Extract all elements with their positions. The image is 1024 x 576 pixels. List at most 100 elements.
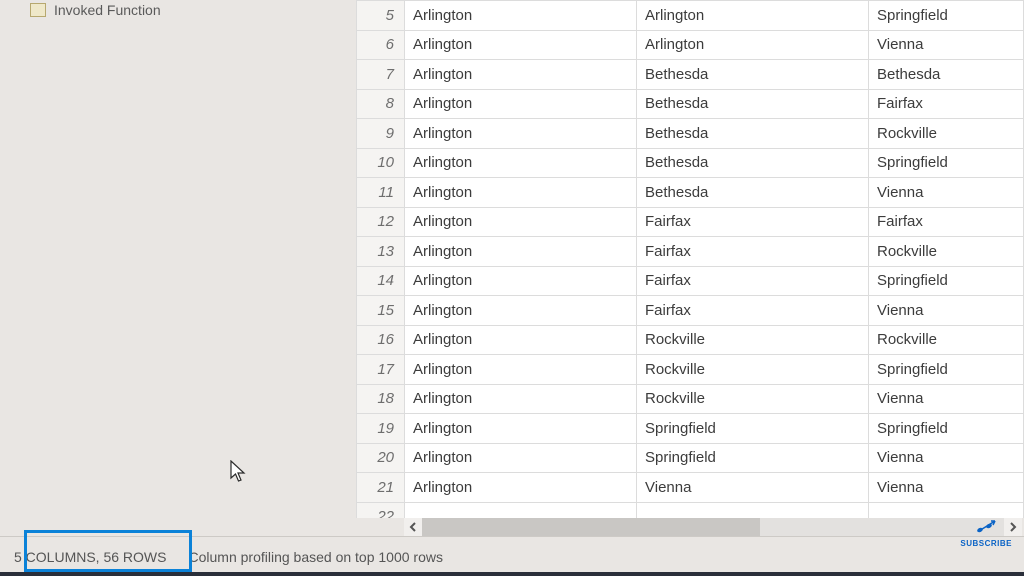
scrollbar-thumb[interactable] [422, 518, 760, 536]
cell[interactable]: Vienna [869, 384, 1024, 414]
cell[interactable]: Fairfax [637, 207, 869, 237]
cell[interactable] [637, 502, 869, 518]
cell[interactable]: Bethesda [869, 60, 1024, 90]
cell[interactable]: Bethesda [637, 119, 869, 149]
row-number[interactable]: 22 [357, 502, 405, 518]
table-row[interactable]: 17ArlingtonRockvilleSpringfield [357, 355, 1024, 385]
cell[interactable]: Arlington [405, 207, 637, 237]
cell[interactable]: Springfield [869, 355, 1024, 385]
cell[interactable]: Rockville [637, 355, 869, 385]
cell[interactable]: Arlington [405, 414, 637, 444]
cell[interactable]: Springfield [869, 148, 1024, 178]
cell[interactable]: Arlington [405, 30, 637, 60]
cell[interactable]: Springfield [869, 1, 1024, 31]
row-number[interactable]: 17 [357, 355, 405, 385]
cell[interactable]: Arlington [637, 30, 869, 60]
cell[interactable]: Fairfax [869, 89, 1024, 119]
cell[interactable]: Arlington [405, 355, 637, 385]
table-row[interactable]: 9ArlingtonBethesdaRockville [357, 119, 1024, 149]
cell[interactable]: Arlington [405, 325, 637, 355]
row-number[interactable]: 6 [357, 30, 405, 60]
cell[interactable]: Arlington [405, 384, 637, 414]
row-number[interactable]: 13 [357, 237, 405, 267]
row-number[interactable]: 19 [357, 414, 405, 444]
cell[interactable]: Rockville [637, 325, 869, 355]
row-number[interactable]: 8 [357, 89, 405, 119]
cell[interactable]: Fairfax [637, 237, 869, 267]
table-row[interactable]: 16ArlingtonRockvilleRockville [357, 325, 1024, 355]
cell[interactable] [405, 502, 637, 518]
cell[interactable]: Vienna [869, 296, 1024, 326]
cell[interactable]: Bethesda [637, 148, 869, 178]
table-row[interactable]: 12ArlingtonFairfaxFairfax [357, 207, 1024, 237]
cell[interactable]: Rockville [869, 325, 1024, 355]
table-row[interactable]: 19ArlingtonSpringfieldSpringfield [357, 414, 1024, 444]
row-number[interactable]: 10 [357, 148, 405, 178]
table-row[interactable]: 13ArlingtonFairfaxRockville [357, 237, 1024, 267]
cell[interactable]: Rockville [869, 119, 1024, 149]
cell[interactable]: Arlington [405, 60, 637, 90]
status-bar: 5 COLUMNS, 56 ROWS Column profiling base… [0, 536, 1024, 576]
table-row[interactable]: 14ArlingtonFairfaxSpringfield [357, 266, 1024, 296]
cell[interactable]: Rockville [637, 384, 869, 414]
cell[interactable]: Springfield [637, 443, 869, 473]
cell[interactable]: Arlington [405, 178, 637, 208]
row-number[interactable]: 14 [357, 266, 405, 296]
table-row[interactable]: 8ArlingtonBethesdaFairfax [357, 89, 1024, 119]
cell[interactable]: Arlington [405, 473, 637, 503]
tree-item-label: Invoked Function [54, 2, 161, 18]
row-number[interactable]: 18 [357, 384, 405, 414]
cell[interactable]: Springfield [869, 266, 1024, 296]
cell[interactable]: Arlington [405, 148, 637, 178]
row-number[interactable]: 7 [357, 60, 405, 90]
data-table[interactable]: 5ArlingtonArlingtonSpringfield6Arlington… [356, 0, 1024, 518]
table-row[interactable]: 5ArlingtonArlingtonSpringfield [357, 1, 1024, 31]
table-row[interactable]: 20ArlingtonSpringfieldVienna [357, 443, 1024, 473]
table-row[interactable]: 10ArlingtonBethesdaSpringfield [357, 148, 1024, 178]
cell[interactable]: Arlington [405, 443, 637, 473]
cell[interactable]: Vienna [637, 473, 869, 503]
row-number[interactable]: 16 [357, 325, 405, 355]
cell[interactable]: Vienna [869, 443, 1024, 473]
horizontal-scrollbar[interactable] [404, 518, 1022, 536]
cell[interactable]: Arlington [405, 89, 637, 119]
cell[interactable]: Bethesda [637, 178, 869, 208]
table-row[interactable]: 6ArlingtonArlingtonVienna [357, 30, 1024, 60]
cell[interactable]: Vienna [869, 30, 1024, 60]
row-number[interactable]: 9 [357, 119, 405, 149]
row-number[interactable]: 11 [357, 178, 405, 208]
cell[interactable]: Rockville [869, 237, 1024, 267]
subscribe-label: SUBSCRIBE [960, 539, 1012, 548]
cell[interactable]: Bethesda [637, 60, 869, 90]
cell[interactable]: Vienna [869, 178, 1024, 208]
tree-item-invoked-function[interactable]: Invoked Function [0, 0, 356, 20]
cell[interactable]: Arlington [405, 119, 637, 149]
cell[interactable]: Arlington [405, 296, 637, 326]
cell[interactable]: Bethesda [637, 89, 869, 119]
row-number[interactable]: 15 [357, 296, 405, 326]
table-row[interactable]: 18ArlingtonRockvilleVienna [357, 384, 1024, 414]
scroll-left-arrow[interactable] [404, 518, 422, 536]
cell[interactable]: Arlington [405, 1, 637, 31]
cell[interactable]: Fairfax [637, 266, 869, 296]
row-number[interactable]: 20 [357, 443, 405, 473]
cell[interactable]: Arlington [405, 266, 637, 296]
cell[interactable]: Arlington [637, 1, 869, 31]
row-number[interactable]: 5 [357, 1, 405, 31]
cell[interactable] [869, 502, 1024, 518]
cell[interactable]: Springfield [869, 414, 1024, 444]
row-number[interactable]: 21 [357, 473, 405, 503]
scrollbar-track[interactable] [422, 518, 1004, 536]
table-row[interactable]: 21ArlingtonViennaVienna [357, 473, 1024, 503]
cell[interactable]: Fairfax [869, 207, 1024, 237]
cell[interactable]: Fairfax [637, 296, 869, 326]
table-row[interactable]: 22 [357, 502, 1024, 518]
table-row[interactable]: 7ArlingtonBethesdaBethesda [357, 60, 1024, 90]
cell[interactable]: Vienna [869, 473, 1024, 503]
cell[interactable]: Arlington [405, 237, 637, 267]
table-row[interactable]: 11ArlingtonBethesdaVienna [357, 178, 1024, 208]
table-row[interactable]: 15ArlingtonFairfaxVienna [357, 296, 1024, 326]
row-number[interactable]: 12 [357, 207, 405, 237]
status-profiling[interactable]: Column profiling based on top 1000 rows [188, 549, 443, 565]
cell[interactable]: Springfield [637, 414, 869, 444]
